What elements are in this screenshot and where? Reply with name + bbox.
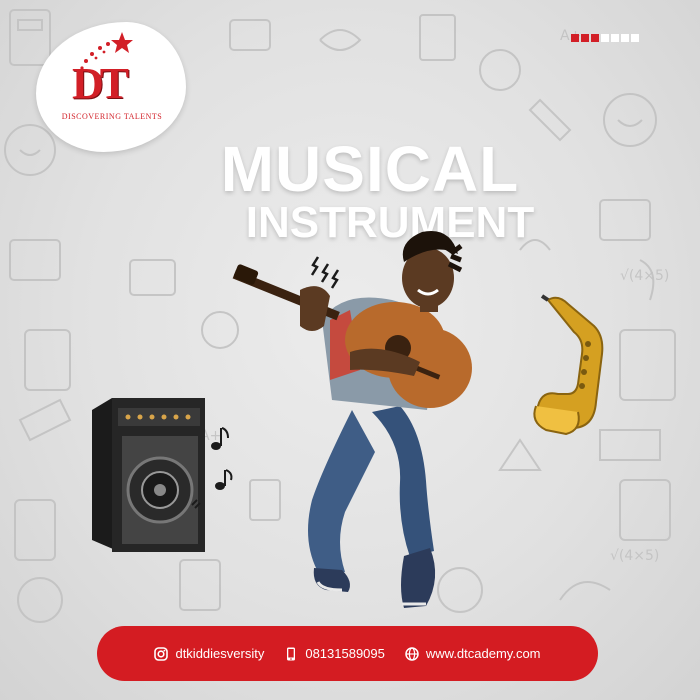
amplifier-icon <box>92 398 205 552</box>
illustration <box>92 230 604 608</box>
boy-with-guitar <box>232 230 472 608</box>
phone-icon <box>287 647 296 660</box>
saxophone-icon <box>533 294 604 436</box>
contact-phone[interactable]: 08131589095 <box>284 646 385 661</box>
contact-instagram[interactable]: dtkiddiesversity <box>154 646 264 661</box>
website-url: www.dtcademy.com <box>425 646 541 661</box>
globe-icon <box>405 646 419 661</box>
contact-website[interactable]: www.dtcademy.com <box>405 646 541 661</box>
contact-bar: dtkiddiesversity 08131589095 www.dtcadem… <box>97 626 598 681</box>
phone-number: 08131589095 <box>305 646 385 661</box>
instagram-handle: dtkiddiesversity <box>175 646 265 661</box>
poster: √(4×5) √(4×5) A+ A+ DT DISCOVERING TALEN… <box>0 0 700 700</box>
instagram-icon <box>154 646 169 661</box>
sound-vibration-icon <box>310 256 340 289</box>
